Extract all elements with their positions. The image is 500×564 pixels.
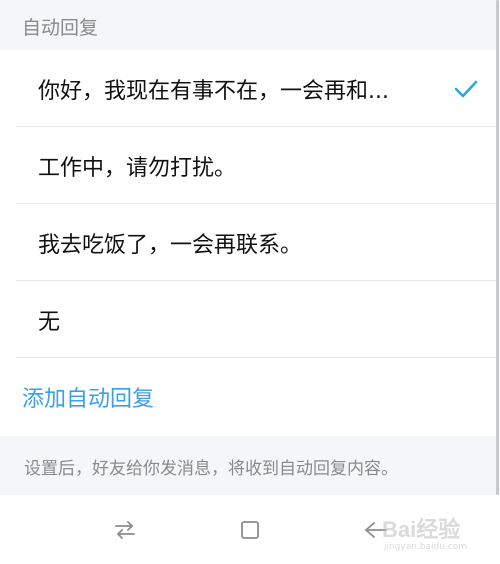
watermark-logo: Bai经验 (382, 517, 461, 542)
reply-option-2[interactable]: 工作中，请勿打扰。 (0, 127, 496, 204)
recents-button[interactable] (110, 515, 140, 545)
add-auto-reply-label: 添加自动回复 (22, 387, 155, 412)
baidu-jingyan-watermark: Bai经验 jingyan.baidu.com (382, 506, 492, 558)
home-button[interactable] (235, 515, 265, 545)
auto-reply-screen: 自动回复 你好，我现在有事不在，一会再和... 工作中，请勿打扰。 我去吃饭了，… (0, 0, 500, 564)
reply-option-label: 你好，我现在有事不在，一会再和... (38, 78, 389, 104)
reply-option-1[interactable]: 你好，我现在有事不在，一会再和... (0, 50, 496, 127)
reply-option-3[interactable]: 我去吃饭了，一会再联系。 (0, 204, 496, 281)
reply-option-none[interactable]: 无 (0, 281, 496, 358)
home-icon (241, 521, 259, 539)
watermark-url: jingyan.baidu.com (384, 542, 468, 552)
add-auto-reply-button[interactable]: 添加自动回复 (0, 358, 496, 436)
reply-option-label: 无 (38, 309, 61, 335)
auto-reply-list: 你好，我现在有事不在，一会再和... 工作中，请勿打扰。 我去吃饭了，一会再联系… (0, 50, 496, 436)
section-title: 自动回复 (22, 17, 99, 39)
recents-icon (115, 521, 135, 539)
check-icon (454, 80, 478, 97)
scrollbar[interactable] (496, 0, 499, 495)
footer-note: 设置后，好友给你发消息，将收到自动回复内容。 (0, 437, 496, 495)
section-header: 自动回复 (0, 0, 496, 50)
reply-option-label: 我去吃饭了，一会再联系。 (38, 232, 303, 258)
reply-option-label: 工作中，请勿打扰。 (38, 155, 237, 181)
footer-note-text: 设置后，好友给你发消息，将收到自动回复内容。 (24, 459, 398, 479)
